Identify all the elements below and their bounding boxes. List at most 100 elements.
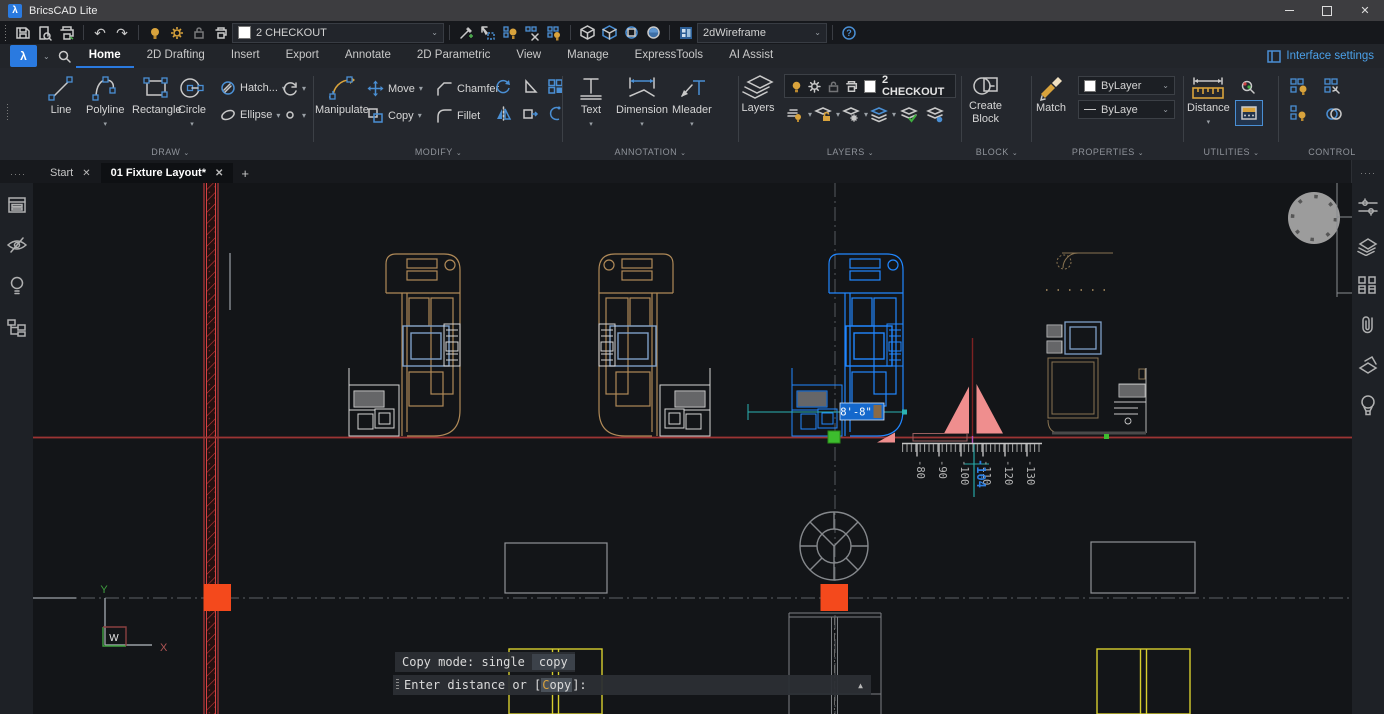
text-button[interactable]: Text ▾ (576, 72, 606, 131)
control-select-button[interactable] (1324, 78, 1343, 96)
chevron-down-icon[interactable]: ▾ (1207, 116, 1211, 129)
table-rectangle[interactable] (505, 543, 607, 593)
layer-freeze-icon[interactable] (166, 23, 188, 43)
help-icon[interactable]: ? (838, 23, 860, 43)
rectangle-button[interactable]: Rectangle (132, 72, 182, 117)
layer-plot-icon[interactable] (210, 23, 232, 43)
new-tab-button[interactable]: + (233, 163, 257, 183)
table-rectangle[interactable] (1091, 542, 1195, 593)
circle-button[interactable]: Circle ▾ (176, 72, 208, 131)
ribbon-drag-handle[interactable] (6, 104, 10, 120)
pick-properties-icon[interactable] (455, 23, 477, 43)
hatch-button[interactable]: Hatch...▾ (220, 80, 286, 96)
redo-icon[interactable]: ↷ (111, 23, 133, 43)
panel-label-annotation[interactable]: ANNOTATION⌄ (564, 147, 737, 157)
tab-ai-assist[interactable]: AI Assist (716, 44, 786, 68)
model-space[interactable]: -80 -90 -100 -110 -120 -130 -104 8'-8" Y… (33, 183, 1352, 714)
point-button[interactable]: ▾ (282, 107, 306, 123)
copy-button[interactable]: Copy▾ (367, 107, 422, 124)
control-overlay-button[interactable] (1324, 105, 1343, 123)
isolate-objects-icon[interactable] (499, 23, 521, 43)
create-block-button[interactable]: Create Block (969, 72, 1002, 126)
visual-style-selector[interactable]: 2dWireframe ⌄ (697, 23, 827, 43)
tab-annotate[interactable]: Annotate (332, 44, 404, 68)
undo-icon[interactable]: ↶ (89, 23, 111, 43)
eye-slash-icon[interactable] (6, 235, 28, 255)
drawing-canvas[interactable]: -80 -90 -100 -110 -120 -130 -104 8'-8" Y… (33, 183, 1352, 714)
taper-button[interactable] (522, 78, 539, 95)
layer-isolate-button[interactable]: ▾ (786, 106, 812, 123)
tab-home[interactable]: Home (76, 44, 134, 68)
id-point-button[interactable] (1239, 78, 1257, 96)
close-button[interactable]: ✕ (1346, 0, 1384, 21)
distance-button[interactable]: Distance ▾ (1187, 72, 1230, 129)
layer-lock-button[interactable]: ▾ (814, 106, 840, 123)
sheets-icon[interactable] (1357, 355, 1379, 375)
panel-label-modify[interactable]: MODIFY⌄ (315, 147, 562, 157)
layer-check-button[interactable] (900, 106, 918, 123)
balloon-icon[interactable] (1358, 394, 1378, 416)
show-objects-icon[interactable] (543, 23, 565, 43)
control-isolate-button[interactable] (1290, 105, 1309, 123)
command-drag-handle[interactable] (396, 679, 399, 691)
round-column-symbol[interactable] (800, 512, 868, 580)
lightbulb-icon[interactable] (7, 275, 27, 297)
polyline-button[interactable]: Polyline ▾ (86, 72, 125, 131)
tab-2d-parametric[interactable]: 2D Parametric (404, 44, 504, 68)
grip-point[interactable] (828, 431, 840, 443)
panels-icon[interactable] (7, 195, 27, 215)
chevron-down-icon[interactable]: ▾ (640, 118, 644, 131)
isometric-view-icon[interactable] (576, 23, 598, 43)
line-button[interactable]: Line (46, 72, 76, 117)
interface-settings-button[interactable]: Interface settings (1267, 44, 1384, 68)
chevron-down-icon[interactable]: ▾ (589, 118, 593, 131)
fillet-button[interactable]: Fillet (435, 107, 480, 124)
chamfer-button[interactable]: Chamfer (435, 80, 499, 97)
command-expand-icon[interactable]: ▲ (858, 681, 871, 690)
close-icon[interactable]: ✕ (82, 168, 90, 179)
properties-sliders-icon[interactable] (1357, 197, 1379, 217)
panel-label-draw[interactable]: DRAW⌄ (28, 147, 313, 157)
checkout-fixture-faint[interactable] (1046, 253, 1146, 439)
tab-insert[interactable]: Insert (218, 44, 273, 68)
layers-button[interactable]: Layers (740, 72, 776, 115)
color-selector[interactable]: ByLayer ⌄ (1078, 76, 1175, 95)
layer-new-button[interactable] (926, 106, 944, 123)
chevron-down-icon[interactable]: ▾ (104, 118, 108, 131)
yellow-cabinet[interactable] (1097, 649, 1190, 714)
move-button[interactable]: Move▾ (367, 80, 423, 97)
linetype-selector[interactable]: ByLaye ⌄ (1078, 100, 1175, 119)
hide-objects-icon[interactable] (521, 23, 543, 43)
tab-export[interactable]: Export (273, 44, 332, 68)
toolbar-drag-handle[interactable] (4, 25, 8, 41)
stretch-button[interactable] (522, 105, 539, 122)
checkout-fixture-2[interactable] (599, 254, 710, 436)
view-modes-icon[interactable] (620, 23, 642, 43)
panel-label-layers[interactable]: LAYERS⌄ (740, 147, 961, 157)
chevron-down-icon[interactable]: ▾ (690, 118, 694, 131)
maximize-button[interactable] (1308, 0, 1346, 21)
print-icon[interactable] (56, 23, 78, 43)
minimize-button[interactable] (1270, 0, 1308, 21)
tab-view[interactable]: View (503, 44, 554, 68)
quick-calc-button[interactable] (1235, 100, 1263, 126)
checkout-fixture-1[interactable] (349, 254, 460, 436)
rightbar-menu-icon[interactable]: ···· (1360, 168, 1376, 178)
orbit-view-icon[interactable] (598, 23, 620, 43)
app-menu-button[interactable]: λ (10, 45, 37, 67)
blocks-panel-icon[interactable] (1357, 275, 1379, 295)
alert-square[interactable] (821, 584, 849, 611)
layer-states-button[interactable]: ▾ (870, 106, 896, 123)
rotate-button[interactable] (495, 78, 512, 95)
command-input[interactable]: Enter distance or [Copy]: ▲ (393, 675, 871, 695)
visual-style-icon[interactable] (675, 23, 697, 43)
panel-label-properties[interactable]: PROPERTIES⌄ (1033, 147, 1183, 157)
app-menu-chevron-icon[interactable]: ⌄ (43, 52, 50, 61)
dimension-button[interactable]: Dimension ▾ (616, 72, 668, 131)
tab-expresstools[interactable]: ExpressTools (622, 44, 716, 68)
tab-start[interactable]: Start ✕ (40, 163, 101, 183)
layer-state-box[interactable]: 2 CHECKOUT (784, 74, 956, 98)
layer-on-icon[interactable] (144, 23, 166, 43)
mirror-button[interactable] (495, 105, 512, 122)
layer-selector[interactable]: 2 CHECKOUT ⌄ (232, 23, 444, 43)
